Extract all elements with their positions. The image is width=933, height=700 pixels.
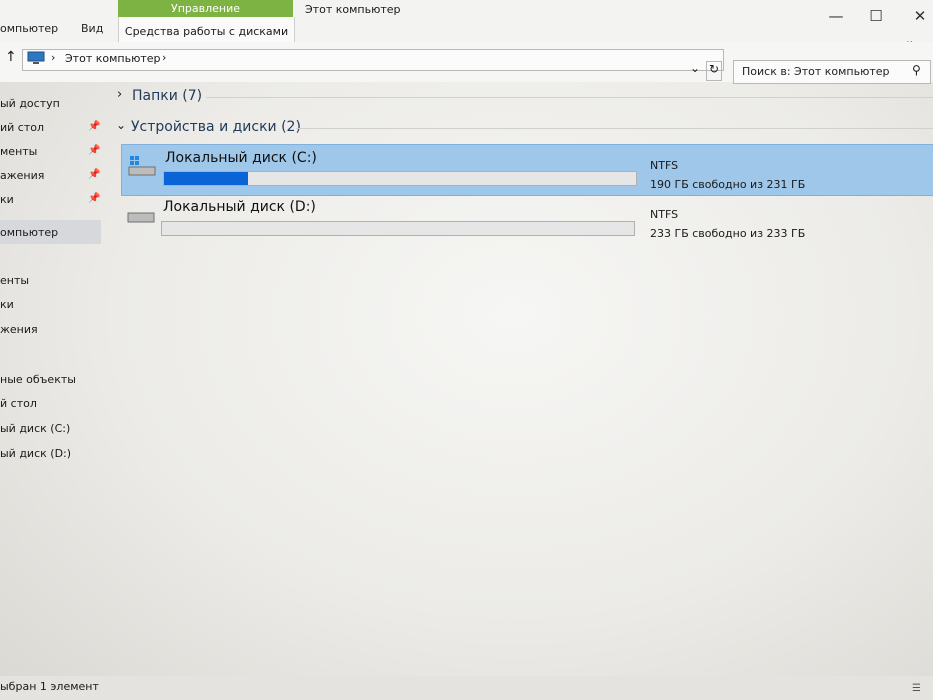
drive-name: Локальный диск (D:) — [163, 199, 316, 215]
pin-icon: 📌 — [88, 169, 101, 180]
tab-disk-tools[interactable]: Средства работы с дисками — [118, 17, 295, 42]
drive-name: Локальный диск (C:) — [165, 150, 317, 166]
computer-icon — [27, 51, 45, 64]
dropdown-icon[interactable]: ⌄ — [690, 61, 700, 75]
maximize-button[interactable]: ☐ — [861, 6, 891, 26]
sidebar-item-disk-d[interactable]: ый диск (D:) — [0, 447, 71, 460]
sidebar-item-quick-access[interactable]: ый доступ — [0, 97, 60, 110]
pin-icon: 📌 — [88, 145, 101, 156]
tab-view[interactable]: Вид — [81, 22, 103, 35]
sidebar-item-pictures-2[interactable]: жения — [0, 323, 38, 336]
sidebar-item-disk-c[interactable]: ый диск (C:) — [0, 422, 70, 435]
tab-computer[interactable]: омпьютер — [0, 22, 58, 35]
pin-icon: 📌 — [88, 121, 101, 132]
sidebar-item-downloads[interactable]: ки — [0, 193, 14, 206]
sidebar-item-this-pc[interactable]: омпьютер — [0, 226, 58, 239]
chevron-right-icon[interactable]: › — [117, 87, 122, 102]
group-divider — [206, 97, 933, 98]
sidebar-item-3d-objects[interactable]: ные объекты — [0, 373, 76, 386]
sidebar-item-pictures[interactable]: ажения — [0, 169, 44, 182]
context-tab-group: Управление Средства работы с дисками — [118, 0, 295, 42]
windows-drive-icon — [128, 156, 156, 176]
sidebar-item-desktop-2[interactable]: й стол — [0, 397, 37, 410]
drive-usage-fill — [164, 172, 248, 185]
sidebar-item-downloads-2[interactable]: ки — [0, 298, 14, 311]
pin-icon: 📌 — [88, 193, 101, 204]
drive-filesystem: NTFS — [650, 159, 679, 172]
status-text: ыбран 1 элемент — [0, 680, 99, 693]
search-placeholder: Поиск в: Этот компьютер — [742, 65, 890, 78]
search-icon[interactable]: ⚲ — [912, 63, 921, 77]
refresh-icon[interactable]: ↻ — [706, 61, 722, 81]
chevron-right-icon[interactable]: › — [162, 51, 166, 64]
drive-free-space: 233 ГБ свободно из 233 ГБ — [650, 227, 806, 240]
chevron-down-icon[interactable]: ⌄ — [116, 118, 126, 132]
minimize-button[interactable]: — — [821, 6, 851, 26]
drive-free-space: 190 ГБ свободно из 231 ГБ — [650, 178, 806, 191]
status-bar — [0, 676, 933, 700]
drive-icon — [127, 212, 155, 223]
drive-usage-bar — [163, 171, 637, 186]
details-view-icon[interactable]: ☰ — [912, 683, 921, 694]
chevron-right-icon[interactable]: › — [51, 51, 55, 64]
drive-filesystem: NTFS — [650, 208, 679, 221]
drive-usage-bar — [161, 221, 635, 236]
close-button[interactable]: ✕ — [905, 6, 933, 26]
window-title: Этот компьютер — [305, 3, 401, 16]
devices-group-header[interactable]: Устройства и диски (2) — [131, 119, 301, 135]
group-divider — [296, 128, 933, 129]
breadcrumb[interactable]: Этот компьютер — [65, 52, 161, 65]
sidebar-item-documents-2[interactable]: енты — [0, 274, 29, 287]
folders-group-header[interactable]: Папки (7) — [132, 88, 202, 104]
sidebar-item-documents[interactable]: менты — [0, 145, 37, 158]
sidebar-item-desktop[interactable]: ий стол — [0, 121, 44, 134]
up-arrow-icon[interactable]: ↑ — [5, 49, 17, 65]
context-header: Управление — [118, 0, 293, 17]
